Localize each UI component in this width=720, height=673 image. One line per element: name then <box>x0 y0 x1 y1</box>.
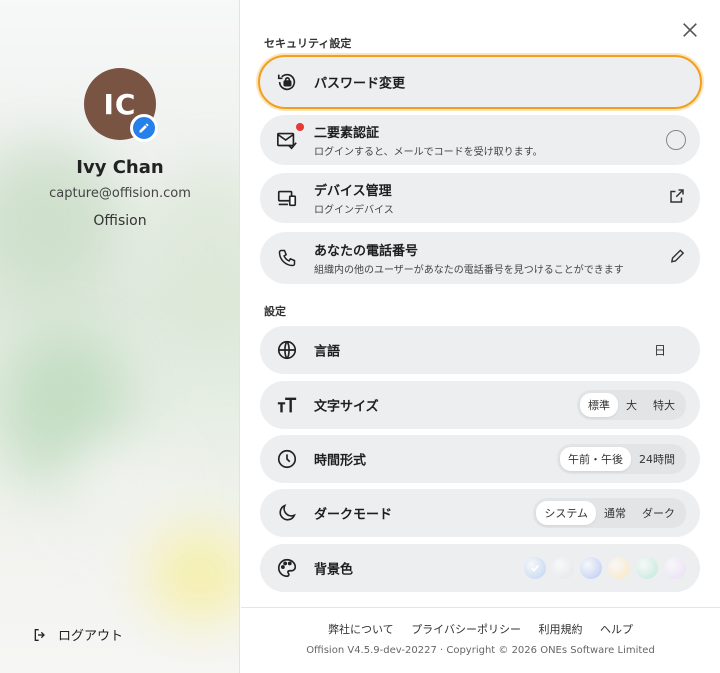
footer-divider <box>241 607 720 608</box>
color-swatch[interactable] <box>636 557 658 579</box>
edit-avatar-button[interactable] <box>130 114 158 142</box>
language-row[interactable]: 言語 日 <box>260 326 700 374</box>
clock-icon <box>276 448 298 470</box>
footer-link-privacy[interactable]: プライバシーポリシー <box>411 623 521 636</box>
footer-links: 弊社について プライバシーポリシー 利用規約 ヘルプ <box>241 621 720 637</box>
background-color-swatches <box>524 557 686 579</box>
logout-button[interactable]: ログアウト <box>32 625 123 644</box>
pencil-icon <box>670 249 685 263</box>
footer-link-help[interactable]: ヘルプ <box>600 623 633 636</box>
dark-mode-row: ダークモード システム 通常 ダーク <box>260 489 700 537</box>
background-blur <box>60 440 180 540</box>
devices-icon <box>276 187 298 209</box>
time-format-row: 時間形式 午前・午後 24時間 <box>260 435 700 483</box>
text-size-icon <box>276 394 298 416</box>
two-factor-title: 二要素認証 <box>314 126 380 141</box>
logout-icon <box>34 628 45 641</box>
dark-mode-segmented: システム 通常 ダーク <box>533 498 686 528</box>
notification-dot <box>296 123 304 131</box>
language-title: 言語 <box>314 344 341 360</box>
time-format-segmented: 午前・午後 24時間 <box>557 444 686 474</box>
color-swatch[interactable] <box>664 557 686 579</box>
language-value[interactable]: 日 <box>654 342 666 359</box>
device-management-title: デバイス管理 <box>314 184 392 199</box>
lock-reset-icon <box>276 71 298 93</box>
moon-icon <box>276 502 298 524</box>
phone-number-title: あなたの電話番号 <box>314 244 419 259</box>
dark-mode-title: ダークモード <box>314 507 393 523</box>
device-management-subtitle: ログインデバイス <box>314 205 394 216</box>
background-color-title: 背景色 <box>314 562 354 578</box>
settings-section-title: 設定 <box>264 305 286 318</box>
logout-label: ログアウト <box>58 629 124 644</box>
close-button[interactable] <box>681 21 701 41</box>
font-size-segmented: 標準 大 特大 <box>577 390 686 420</box>
two-factor-subtitle: ログインすると、メールでコードを受け取ります。 <box>314 147 543 158</box>
phone-icon <box>276 247 298 269</box>
color-swatch[interactable] <box>608 557 630 579</box>
version-copyright: Offision V4.5.9-dev-20227 · Copyright © … <box>306 645 655 656</box>
dark-mode-option-dark[interactable]: ダーク <box>634 501 683 525</box>
background-blur <box>150 530 239 620</box>
radio-circle-icon <box>666 130 686 150</box>
pencil-icon <box>139 123 149 133</box>
background-color-row: 背景色 <box>260 544 700 592</box>
edit-phone-button[interactable] <box>669 248 686 269</box>
close-icon <box>683 23 697 37</box>
device-management-row[interactable]: デバイス管理 ログインデバイス <box>260 173 700 223</box>
font-size-option-standard[interactable]: 標準 <box>580 393 618 417</box>
font-size-title: 文字サイズ <box>314 399 379 415</box>
phone-number-subtitle: 組織内の他のユーザーがあなたの電話番号を見つけることができます <box>314 265 624 276</box>
user-name: Ivy Chan <box>76 157 164 178</box>
font-size-option-xlarge[interactable]: 特大 <box>645 393 683 417</box>
password-change-row[interactable]: パスワード変更 <box>258 55 702 109</box>
footer-link-about[interactable]: 弊社について <box>328 623 394 636</box>
dark-mode-option-normal[interactable]: 通常 <box>596 501 634 525</box>
time-format-title: 時間形式 <box>314 453 367 469</box>
user-organization: Offision <box>93 213 147 229</box>
color-swatch[interactable] <box>580 557 602 579</box>
two-factor-row[interactable]: 二要素認証 ログインすると、メールでコードを受け取ります。 <box>260 115 700 165</box>
profile-panel: IC Ivy Chan capture@offision.com Offisio… <box>0 0 240 673</box>
mail-check-icon <box>276 129 298 151</box>
settings-panel: セキュリティ設定 パスワード変更 二要素認証 ログインすると、メールでコードを受… <box>241 0 720 673</box>
two-factor-toggle[interactable] <box>666 130 686 150</box>
footer-link-terms[interactable]: 利用規約 <box>538 623 582 636</box>
time-format-option-ampm[interactable]: 午前・午後 <box>560 447 631 471</box>
checkmark-icon <box>531 564 539 572</box>
security-section-title: セキュリティ設定 <box>264 37 352 50</box>
external-link-icon <box>670 189 684 203</box>
phone-number-row[interactable]: あなたの電話番号 組織内の他のユーザーがあなたの電話番号を見つけることができます <box>260 232 700 284</box>
dark-mode-option-system[interactable]: システム <box>536 501 596 525</box>
color-swatch[interactable] <box>524 557 546 579</box>
font-size-row: 文字サイズ 標準 大 特大 <box>260 381 700 429</box>
time-format-option-24h[interactable]: 24時間 <box>631 447 683 471</box>
open-external-button[interactable] <box>668 187 686 209</box>
globe-icon <box>276 339 298 361</box>
palette-icon <box>276 557 298 579</box>
user-email: capture@offision.com <box>49 186 191 201</box>
password-change-title: パスワード変更 <box>314 76 406 92</box>
color-swatch[interactable] <box>552 557 574 579</box>
font-size-option-large[interactable]: 大 <box>618 393 645 417</box>
